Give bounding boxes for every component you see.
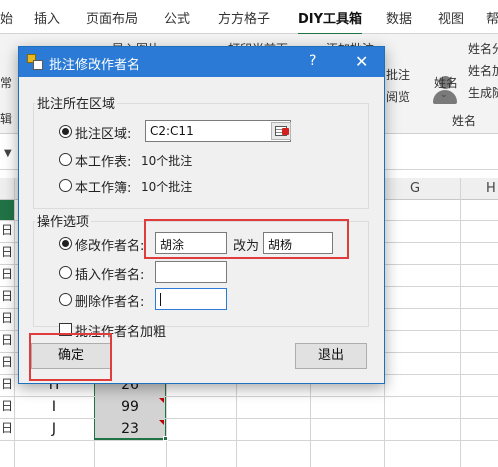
help-button[interactable]: ? [309, 53, 316, 69]
tab-home[interactable]: 始 [0, 8, 13, 27]
tab-view[interactable]: 视图 [438, 8, 464, 27]
tab-diy-toolbox[interactable]: DIY工具箱 [298, 8, 363, 36]
radio-modify-author[interactable] [59, 237, 72, 250]
text-caret [160, 293, 161, 306]
exit-button[interactable]: 退出 [295, 343, 367, 369]
row-label: 日 [0, 375, 14, 396]
area-group-title: 批注所在区域 [35, 93, 118, 112]
comment-button[interactable]: 批注 [386, 66, 410, 83]
cell-value: 99 [121, 399, 139, 415]
label-current-sheet: 本工作表: [75, 155, 132, 170]
highlight-ok-button [29, 333, 112, 381]
radio-current-book[interactable] [59, 179, 72, 192]
ribbon-tab-bar: 始 插入 页面布局 公式 方方格子 DIY工具箱 数据 视图 帮 [0, 0, 498, 36]
grid-hline [0, 440, 498, 441]
app-icon-part [33, 60, 43, 70]
row-label: 日 [0, 419, 14, 440]
row-label: 日 [0, 265, 14, 286]
close-button[interactable]: ✕ [355, 52, 368, 71]
tab-page-layout[interactable]: 页面布局 [86, 8, 138, 27]
highlight-rename-fields [144, 219, 349, 259]
delete-author-input[interactable] [155, 288, 227, 310]
namebox-dropdown-icon[interactable]: ▼ [4, 148, 12, 159]
column-header-g[interactable]: G [410, 181, 420, 196]
name-button-label[interactable]: 姓名 [434, 74, 458, 91]
radio-current-sheet[interactable] [59, 153, 72, 166]
radio-delete-author[interactable] [59, 293, 72, 306]
browse-button[interactable]: 阅览 [386, 88, 410, 105]
table-cell[interactable]: J [14, 419, 94, 440]
comment-cell[interactable]: 99 [94, 397, 166, 418]
table-cell[interactable]: I [14, 397, 94, 418]
name-group-label: 姓名 [452, 114, 477, 128]
name-random-button[interactable]: 生成随 [468, 84, 498, 101]
radio-insert-author[interactable] [59, 266, 72, 279]
label-current-book: 本工作簿: [75, 181, 132, 196]
grid-vline [460, 178, 461, 467]
fill-handle[interactable] [163, 436, 168, 441]
tab-insert[interactable]: 插入 [34, 8, 60, 27]
row-label: 日 [0, 221, 14, 242]
tab-data[interactable]: 数据 [386, 8, 412, 27]
row-label: 日 [0, 309, 14, 330]
row-label: 日 [0, 243, 14, 264]
ribbon-frag-chang: 常 [0, 76, 13, 90]
range-picker-arrow [282, 128, 289, 135]
dialog-titlebar[interactable]: 批注修改作者名 ? ✕ [19, 47, 384, 77]
row-label: 日 [0, 287, 14, 308]
insert-author-input[interactable] [155, 261, 227, 283]
tab-help[interactable]: 帮 [486, 8, 498, 27]
label-modify-author: 修改作者名: [75, 239, 145, 254]
region-input-value: C2:C11 [150, 124, 194, 138]
row-label: 日 [0, 397, 14, 418]
radio-comment-region[interactable] [59, 125, 72, 138]
range-picker-icon[interactable] [271, 122, 291, 140]
tab-formulas[interactable]: 公式 [164, 8, 190, 27]
row-selection-marker [0, 200, 14, 220]
app-icon [27, 54, 43, 70]
label-comment-region: 批注区域: [75, 127, 132, 142]
comment-indicator-icon [159, 420, 164, 425]
ops-group-title: 操作选项 [35, 211, 92, 230]
name-split-button[interactable]: 姓名分 [468, 40, 498, 57]
cell-value: 23 [121, 421, 139, 437]
region-input[interactable]: C2:C11 [145, 120, 291, 142]
dialog-title: 批注修改作者名 [49, 58, 141, 73]
tab-fangfang[interactable]: 方方格子 [218, 8, 270, 27]
label-insert-author: 插入作者名: [75, 268, 145, 283]
sheet-comment-count: 10个批注 [141, 154, 193, 168]
row-label: 日 [0, 353, 14, 374]
name-add-button[interactable]: 姓名加 [468, 62, 498, 79]
comment-cell[interactable]: 23 [94, 419, 166, 440]
label-delete-author: 删除作者名: [75, 295, 145, 310]
comment-indicator-icon [159, 398, 164, 403]
row-label: 日 [0, 331, 14, 352]
column-header-h[interactable]: H [486, 181, 496, 196]
chevron-down-icon[interactable]: ⌄ [440, 90, 448, 100]
selection-border [94, 438, 166, 440]
ribbon-frag-jiang: 辑 [0, 112, 13, 126]
book-comment-count: 10个批注 [141, 180, 193, 194]
